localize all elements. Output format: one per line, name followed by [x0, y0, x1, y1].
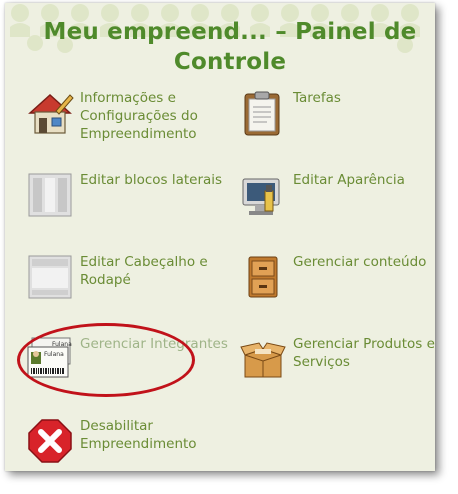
appearance-label: Editar Aparência [293, 172, 405, 188]
side-blocks-link[interactable]: Editar blocos laterais [26, 171, 226, 223]
disable-enterprise-label: Desabilitar Empreendimento [80, 418, 197, 452]
manage-products-label: Gerenciar Produtos e Serviços [293, 336, 435, 370]
manage-content-link[interactable]: Gerenciar conteúdo [239, 253, 426, 305]
header-footer-link[interactable]: Editar Cabeçalho e Rodapé [26, 253, 236, 305]
disable-enterprise-link[interactable]: Desabilitar Empreendimento [26, 417, 236, 469]
highlight-ellipse [17, 323, 195, 397]
info-config-link[interactable]: Informações e Configurações do Empreendi… [26, 89, 236, 149]
side-blocks-icon [28, 173, 72, 217]
red-x-icon [28, 419, 72, 463]
tarefas-link[interactable]: Tarefas [239, 89, 419, 141]
tarefas-label: Tarefas [293, 90, 341, 106]
manage-products-link[interactable]: Gerenciar Produtos e Serviços [239, 335, 435, 395]
manage-content-label: Gerenciar conteúdo [293, 254, 427, 270]
monitor-paint-icon [242, 178, 280, 215]
page-title: Meu empreend... – Painel de Controle [43, 19, 417, 75]
control-panel: Meu empreend... – Painel de Controle Inf… [5, 3, 435, 471]
clipboard-icon [244, 91, 280, 136]
side-blocks-label: Editar blocos laterais [80, 172, 223, 188]
house-edit-icon [28, 93, 74, 134]
header-footer-label: Editar Cabeçalho e Rodapé [80, 254, 208, 288]
file-cabinet-icon [248, 256, 278, 298]
appearance-link[interactable]: Editar Aparência [239, 171, 429, 223]
open-box-icon [240, 342, 286, 378]
header-footer-icon [28, 255, 72, 299]
info-config-label: Informações e Configurações do Empreendi… [80, 90, 198, 142]
